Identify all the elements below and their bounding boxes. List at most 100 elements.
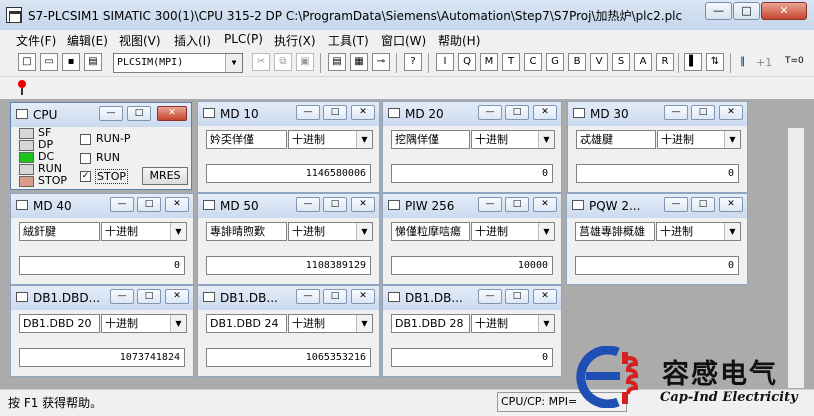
breakpoint-icon[interactable] [18,80,26,88]
menu-plc[interactable]: PLC(P) [224,32,263,46]
display-format-select[interactable]: 十进制 ▼ [471,130,555,149]
value-field[interactable]: 0 [391,348,553,367]
address-field[interactable]: 悌僅粒摩唁瘍 [391,222,470,241]
open-icon[interactable]: ▭ [40,53,58,71]
address-field[interactable]: 莒雄專誹概雄 [575,222,655,241]
plc-mode-select[interactable]: PLCSIM(MPI) ▼ [113,53,243,73]
cpu-close-button[interactable]: ✕ [157,106,187,121]
insert-output-icon[interactable]: Q [458,53,476,71]
value-field[interactable]: 0 [19,256,185,275]
monitor-window[interactable]: MD 50 — □ ✕ 專誹晴煦歎 十进制 ▼ 1108389129 [197,193,380,285]
value-field[interactable]: 10000 [391,256,553,275]
menu-tools[interactable]: 工具(T) [328,32,369,49]
display-format-select[interactable]: 十进制 ▼ [657,130,741,149]
insert-generic-icon[interactable]: G [546,53,564,71]
print-icon[interactable]: ▤ [84,53,102,71]
menu-help[interactable]: 帮助(H) [438,32,480,49]
monitor-window[interactable]: DB1.DBD... — □ ✕ DB1.DBD 20 十进制 ▼ 107374… [10,285,194,377]
value-field[interactable]: 1065353216 [206,348,371,367]
monitor-window[interactable]: PQW 2... — □ ✕ 莒雄專誹概雄 十进制 ▼ 0 [566,193,748,285]
save-icon[interactable]: ▪ [62,53,80,71]
cascade-icon[interactable]: ▤ [328,53,346,71]
address-field[interactable]: 絨釬腱 [19,222,100,241]
address-field[interactable]: DB1.DBD 20 [19,314,100,333]
insert-input-icon[interactable]: I [436,53,454,71]
menu-insert[interactable]: 插入(I) [174,32,211,49]
minimize-button[interactable]: — [705,2,732,20]
maximize-button[interactable]: □ [733,2,760,20]
menu-view[interactable]: 视图(V) [119,32,161,49]
value-field[interactable]: 0 [391,164,553,183]
menu-file[interactable]: 文件(F) [16,32,56,49]
monitor-minimize-button[interactable]: — [664,105,688,120]
monitor-minimize-button[interactable]: — [296,289,320,304]
paste-icon[interactable]: ▣ [296,53,314,71]
address-field[interactable]: 妗奀佯僅 [206,130,287,149]
monitor-close-button[interactable]: ✕ [165,197,189,212]
monitor-maximize-button[interactable]: □ [137,289,161,304]
monitor-window[interactable]: MD 10 — □ ✕ 妗奀佯僅 十进制 ▼ 1146580006 [197,101,380,193]
menu-edit[interactable]: 编辑(E) [67,32,108,49]
help-pointer-icon[interactable]: ? [404,53,422,71]
insert-counter-icon[interactable]: C [524,53,542,71]
pause-icon[interactable]: ‖ [740,56,745,67]
monitor-window[interactable]: MD 40 — □ ✕ 絨釬腱 十进制 ▼ 0 [10,193,194,285]
monitor-maximize-button[interactable]: □ [137,197,161,212]
monitor-maximize-button[interactable]: □ [323,197,347,212]
timer-reset-label[interactable]: T=0 [785,56,804,66]
monitor-window[interactable]: DB1.DB... — □ ✕ DB1.DBD 28 十进制 ▼ 0 [382,285,562,377]
copy-icon[interactable]: ⧉ [274,53,292,71]
address-field[interactable]: 忒雄腱 [576,130,656,149]
insert-accumulator-icon[interactable]: A [634,53,652,71]
monitor-close-button[interactable]: ✕ [533,289,557,304]
value-field[interactable]: 1108389129 [206,256,371,275]
close-button[interactable]: ✕ [761,2,807,20]
value-field[interactable]: 1073741824 [19,348,185,367]
insert-timer-icon[interactable]: T [502,53,520,71]
insert-vertical-bits-icon[interactable]: B [568,53,586,71]
monitor-minimize-button[interactable]: — [296,105,320,120]
address-field[interactable]: DB1.DBD 24 [206,314,287,333]
display-format-select[interactable]: 十进制 ▼ [471,314,555,333]
monitor-minimize-button[interactable]: — [664,197,688,212]
cpu-window[interactable]: CPU — □ ✕ SF DP DC RUN STOP RUN-P RUN ✓ … [10,102,192,190]
monitor-maximize-button[interactable]: □ [691,197,715,212]
monitor-minimize-button[interactable]: — [478,105,502,120]
monitor-window[interactable]: PIW 256 — □ ✕ 悌僅粒摩唁瘍 十进制 ▼ 10000 [382,193,562,285]
monitor-maximize-button[interactable]: □ [323,105,347,120]
display-format-select[interactable]: 十进制 ▼ [288,314,373,333]
value-field[interactable]: 0 [576,164,739,183]
display-format-select[interactable]: 十进制 ▼ [288,130,373,149]
address-field[interactable]: DB1.DBD 28 [391,314,470,333]
address-field[interactable]: 專誹晴煦歎 [206,222,287,241]
monitor-close-button[interactable]: ✕ [533,197,557,212]
display-format-select[interactable]: 十进制 ▼ [288,222,373,241]
monitor-maximize-button[interactable]: □ [505,289,529,304]
insert-marker-icon[interactable]: M [480,53,498,71]
monitor-maximize-button[interactable]: □ [505,197,529,212]
monitor-minimize-button[interactable]: — [110,197,134,212]
menu-window[interactable]: 窗口(W) [381,32,426,49]
monitor-close-button[interactable]: ✕ [533,105,557,120]
new-icon[interactable]: □ [18,53,36,71]
continuous-scan-icon[interactable]: ⇅ [706,53,724,71]
monitor-maximize-button[interactable]: □ [691,105,715,120]
monitor-close-button[interactable]: ✕ [351,197,375,212]
insert-variable-icon[interactable]: V [590,53,608,71]
monitor-maximize-button[interactable]: □ [505,105,529,120]
monitor-window[interactable]: MD 30 — □ ✕ 忒雄腱 十进制 ▼ 0 [567,101,748,193]
monitor-close-button[interactable]: ✕ [719,197,743,212]
single-scan-icon[interactable]: ▌ [684,53,702,71]
insert-block-register-icon[interactable]: R [656,53,674,71]
cpu-minimize-button[interactable]: — [99,106,123,121]
monitor-close-button[interactable]: ✕ [719,105,743,120]
monitor-window[interactable]: DB1.DB... — □ ✕ DB1.DBD 24 十进制 ▼ 1065353… [197,285,380,377]
display-format-select[interactable]: 十进制 ▼ [656,222,741,241]
monitor-maximize-button[interactable]: □ [323,289,347,304]
monitor-close-button[interactable]: ✕ [351,289,375,304]
mres-button[interactable]: MRES [142,167,188,185]
display-format-select[interactable]: 十进制 ▼ [101,222,187,241]
monitor-minimize-button[interactable]: — [478,289,502,304]
monitor-close-button[interactable]: ✕ [351,105,375,120]
value-field[interactable]: 1146580006 [206,164,371,183]
